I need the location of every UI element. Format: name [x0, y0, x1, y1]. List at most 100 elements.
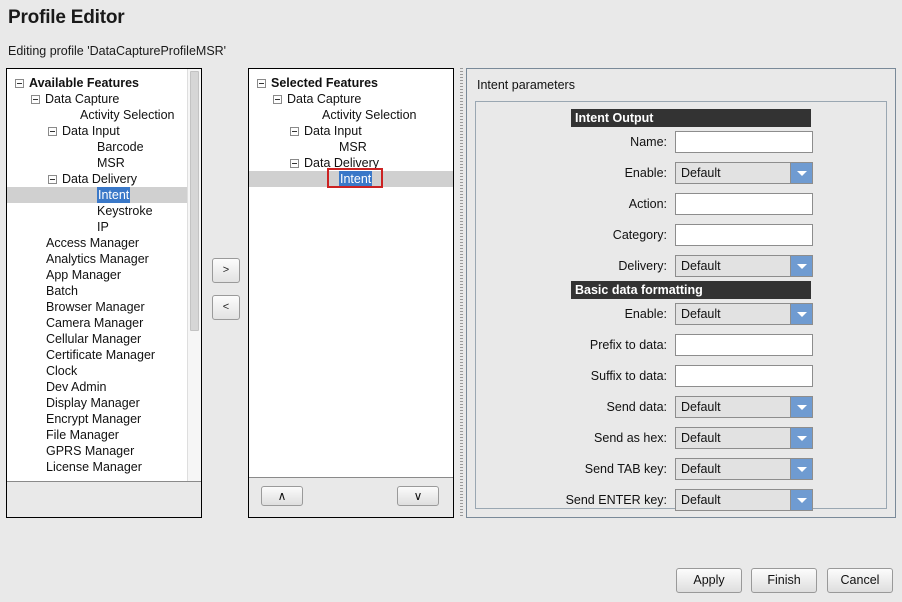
selected-tree-item[interactable]: Data Delivery [249, 155, 453, 171]
parameter-row: Suffix to data: [476, 365, 886, 391]
available-tree-item[interactable]: Clock [7, 363, 187, 379]
collapse-minus-icon[interactable] [48, 126, 57, 136]
available-tree-item[interactable]: Data Delivery [7, 171, 187, 187]
available-tree-item[interactable]: Intent [7, 187, 187, 203]
selected-features-footer: ∧ ∨ [249, 477, 453, 517]
selected-tree-item[interactable]: Data Input [249, 123, 453, 139]
selected-tree-item-label: MSR [339, 140, 367, 154]
scrollbar-thumb[interactable] [190, 71, 199, 331]
available-tree-item[interactable]: GPRS Manager [7, 443, 187, 459]
add-feature-button[interactable]: > [212, 258, 240, 283]
available-tree-item[interactable]: Activity Selection [7, 107, 187, 123]
chevron-down-icon[interactable] [790, 256, 812, 276]
available-tree-item[interactable]: App Manager [7, 267, 187, 283]
available-tree-item-label: Data Input [62, 124, 120, 138]
available-tree-item[interactable]: File Manager [7, 427, 187, 443]
chevron-down-icon[interactable] [790, 459, 812, 479]
available-features-scrollbar[interactable] [187, 69, 201, 481]
available-tree-item-label: Barcode [97, 140, 144, 154]
available-tree-item[interactable]: Keystroke [7, 203, 187, 219]
available-tree-item-label: Data Capture [45, 92, 120, 106]
available-tree-item-label: Cellular Manager [46, 332, 142, 346]
parameter-dropdown[interactable]: Default [675, 458, 813, 480]
available-tree-item[interactable]: Camera Manager [7, 315, 187, 331]
cancel-button[interactable]: Cancel [827, 568, 893, 593]
parameter-dropdown[interactable]: Default [675, 396, 813, 418]
parameter-text-input[interactable] [675, 193, 813, 215]
available-tree-item-label: Browser Manager [46, 300, 145, 314]
available-tree-item[interactable]: Encrypt Manager [7, 411, 187, 427]
available-tree-item-label: IP [97, 220, 109, 234]
selected-tree-item[interactable]: Intent [249, 171, 453, 187]
parameter-row: Send ENTER key: Default [476, 489, 886, 515]
parameter-dropdown[interactable]: Default [675, 162, 813, 184]
move-up-button[interactable]: ∧ [261, 486, 303, 506]
available-tree-item[interactable]: Browser Manager [7, 299, 187, 315]
parameter-row: Send as hex: Default [476, 427, 886, 453]
parameter-text-input[interactable] [675, 131, 813, 153]
available-tree-item[interactable]: Analytics Manager [7, 251, 187, 267]
parameter-row: Send TAB key: Default [476, 458, 886, 484]
collapse-minus-icon[interactable] [48, 174, 57, 184]
parameter-label: Send data: [606, 400, 667, 414]
section-header: Intent Output [571, 109, 811, 127]
parameter-row: Action: [476, 193, 886, 219]
available-tree-item[interactable]: License Manager [7, 459, 187, 475]
selected-tree-item-label: Data Capture [287, 92, 362, 106]
collapse-minus-icon[interactable] [290, 158, 299, 168]
available-tree-item-label: Available Features [29, 76, 140, 90]
move-down-button[interactable]: ∨ [397, 486, 439, 506]
selected-tree-item[interactable]: Selected Features [249, 75, 453, 91]
available-tree-item[interactable]: Cellular Manager [7, 331, 187, 347]
available-tree-item[interactable]: Available Features [7, 75, 187, 91]
remove-feature-button[interactable]: < [212, 295, 240, 320]
collapse-minus-icon[interactable] [15, 78, 24, 88]
collapse-minus-icon[interactable] [31, 94, 40, 104]
available-tree-item[interactable]: Batch [7, 283, 187, 299]
available-tree-item[interactable]: Access Manager [7, 235, 187, 251]
chevron-down-icon[interactable] [790, 304, 812, 324]
parameter-dropdown-value: Default [681, 259, 721, 273]
selected-tree-item[interactable]: MSR [249, 139, 453, 155]
selected-features-tree[interactable]: Selected Features Data Capture Activity Se… [249, 69, 453, 477]
available-tree-item[interactable]: MSR [7, 155, 187, 171]
parameter-dropdown[interactable]: Default [675, 427, 813, 449]
parameter-dropdown[interactable]: Default [675, 489, 813, 511]
finish-button[interactable]: Finish [751, 568, 817, 593]
parameter-text-input[interactable] [675, 224, 813, 246]
selected-features-panel: Selected Features Data Capture Activity Se… [248, 68, 454, 518]
parameter-text-input[interactable] [675, 334, 813, 356]
parameter-label: Prefix to data: [589, 338, 667, 352]
parameter-row: Category: [476, 224, 886, 250]
parameter-dropdown[interactable]: Default [675, 303, 813, 325]
available-tree-item[interactable]: Dev Admin [7, 379, 187, 395]
parameter-label: Action: [628, 197, 667, 211]
available-tree-item-label: Display Manager [46, 396, 140, 410]
available-tree-item[interactable]: IP [7, 219, 187, 235]
chevron-down-icon[interactable] [790, 163, 812, 183]
chevron-down-icon[interactable] [790, 397, 812, 417]
collapse-minus-icon[interactable] [290, 126, 299, 136]
parameter-dropdown[interactable]: Default [675, 255, 813, 277]
selected-tree-item[interactable]: Activity Selection [249, 107, 453, 123]
parameter-text-input[interactable] [675, 365, 813, 387]
available-tree-item-label: License Manager [46, 460, 142, 474]
collapse-minus-icon[interactable] [257, 78, 266, 88]
chevron-down-icon[interactable] [790, 490, 812, 510]
panel-splitter[interactable] [457, 68, 466, 518]
available-tree-item[interactable]: Data Input [7, 123, 187, 139]
available-tree-item[interactable]: Barcode [7, 139, 187, 155]
collapse-minus-icon[interactable] [273, 94, 282, 104]
available-tree-item[interactable]: Certificate Manager [7, 347, 187, 363]
selected-tree-item[interactable]: Data Capture [249, 91, 453, 107]
available-features-tree[interactable]: Available Features Data Capture Activity S… [7, 69, 187, 481]
available-tree-item[interactable]: Data Capture [7, 91, 187, 107]
chevron-down-icon[interactable] [790, 428, 812, 448]
apply-button[interactable]: Apply [676, 568, 742, 593]
available-tree-item[interactable]: Display Manager [7, 395, 187, 411]
